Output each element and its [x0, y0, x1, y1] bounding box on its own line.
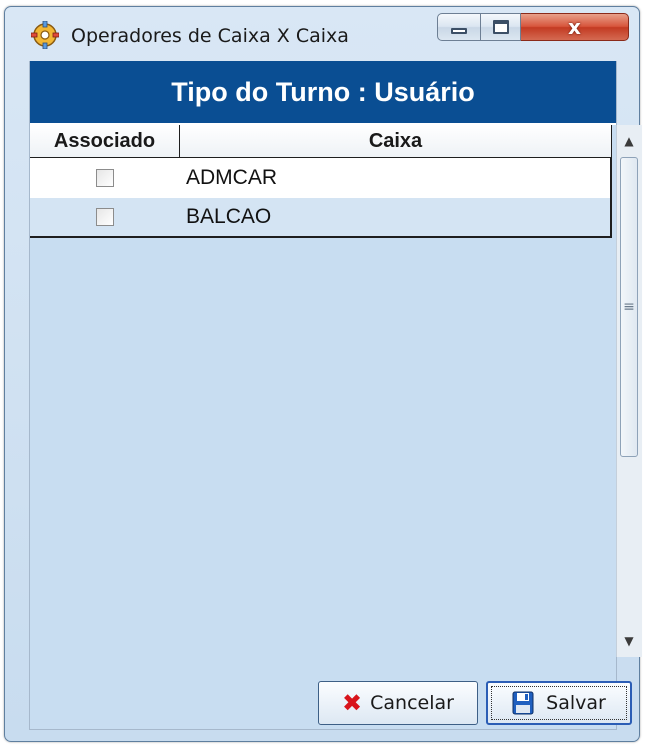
maximize-icon — [492, 20, 509, 34]
turno-header: Tipo do Turno : Usuário — [30, 61, 616, 125]
dialog-window: Operadores de Caixa X Caixa x Tipo do Tu… — [4, 6, 642, 742]
client-area: Tipo do Turno : Usuário Associado Caixa … — [29, 61, 642, 730]
caption-buttons: x — [437, 13, 629, 41]
close-x-icon: x — [568, 15, 581, 39]
cancel-label: Cancelar — [370, 692, 454, 714]
scroll-up-icon[interactable]: ▲ — [617, 127, 641, 155]
column-header-associado[interactable]: Associado — [30, 125, 180, 158]
minimize-icon — [451, 28, 467, 34]
scroll-down-icon[interactable]: ▼ — [617, 627, 641, 655]
floppy-disk-icon — [512, 691, 534, 715]
associado-cell — [30, 158, 180, 198]
title-bar[interactable]: Operadores de Caixa X Caixa x — [5, 7, 639, 61]
associado-checkbox[interactable] — [96, 169, 114, 187]
grid-header-row: Associado Caixa — [30, 125, 612, 158]
settings-gear-app-icon — [31, 21, 59, 49]
red-x-icon: ✖ — [342, 689, 363, 717]
caixa-cell: BALCAO — [186, 205, 272, 228]
window-title: Operadores de Caixa X Caixa — [71, 25, 349, 47]
save-button[interactable]: Salvar — [486, 681, 632, 725]
close-button[interactable]: x — [521, 13, 629, 41]
grid-rows: ADMCAR BALCAO — [30, 158, 612, 238]
table-row[interactable]: BALCAO — [30, 198, 612, 238]
associado-checkbox[interactable] — [96, 208, 114, 226]
caixa-grid: Associado Caixa ADMCAR BALCAO — [30, 125, 616, 657]
column-header-caixa[interactable]: Caixa — [180, 125, 612, 158]
scroll-thumb[interactable]: ≡ — [620, 157, 638, 457]
maximize-button[interactable] — [481, 13, 521, 41]
cancel-button[interactable]: ✖ Cancelar — [318, 681, 478, 725]
grip-icon: ≡ — [623, 299, 635, 315]
associado-cell — [30, 198, 180, 236]
minimize-button[interactable] — [437, 13, 481, 41]
caixa-cell: ADMCAR — [186, 166, 278, 189]
table-row[interactable]: ADMCAR — [30, 158, 612, 198]
vertical-scrollbar[interactable]: ▲ ≡ ▼ — [616, 125, 642, 657]
